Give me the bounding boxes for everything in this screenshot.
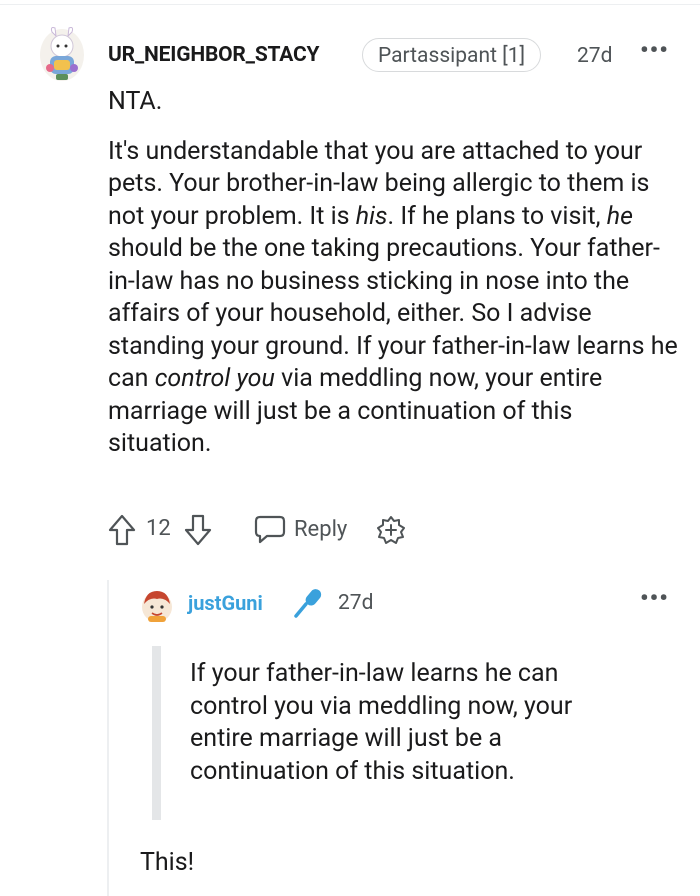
- thread-line[interactable]: [107, 580, 109, 896]
- reply-label: Reply: [294, 516, 348, 542]
- reply-username[interactable]: justGuni: [188, 591, 263, 615]
- upvote-icon[interactable]: [108, 514, 136, 546]
- quote-bar: [152, 646, 161, 820]
- comment-text-emphasis: control you: [154, 364, 275, 393]
- downvote-icon[interactable]: [184, 514, 212, 546]
- top-divider: [0, 4, 700, 5]
- reply-button[interactable]: Reply: [254, 514, 347, 544]
- user-flair: Partassipant [1]: [362, 38, 542, 72]
- vote-count: 12: [146, 516, 171, 541]
- reply-more-options-button[interactable]: •••: [640, 584, 669, 612]
- reply-body: This!: [140, 848, 195, 877]
- comment-verdict: NTA.: [108, 87, 163, 116]
- avatar-image: [40, 27, 84, 81]
- comment-text: . If he plans to visit,: [387, 201, 607, 231]
- more-options-button[interactable]: •••: [640, 36, 669, 64]
- comment-text-emphasis: he: [606, 201, 633, 231]
- reply-quote: If your father-in-law learns he can cont…: [190, 659, 573, 786]
- avatar[interactable]: [36, 26, 88, 84]
- comment-timestamp: 27d: [577, 44, 613, 68]
- comment-username[interactable]: UR_NEIGHBOR_STACY: [108, 43, 320, 67]
- comment-paragraph: It's understandable that you are attache…: [108, 136, 678, 461]
- comment-body: NTA. It's understandable that you are at…: [108, 86, 678, 461]
- comment-text-emphasis: his: [355, 201, 388, 231]
- reply-timestamp: 27d: [338, 591, 374, 615]
- award-icon[interactable]: [376, 515, 406, 545]
- microphone-icon: [292, 586, 326, 620]
- comment-actions: 12 Reply: [108, 512, 428, 550]
- reply-avatar-image: [142, 591, 172, 622]
- reply-icon: [254, 515, 286, 544]
- reply-avatar[interactable]: [140, 588, 174, 624]
